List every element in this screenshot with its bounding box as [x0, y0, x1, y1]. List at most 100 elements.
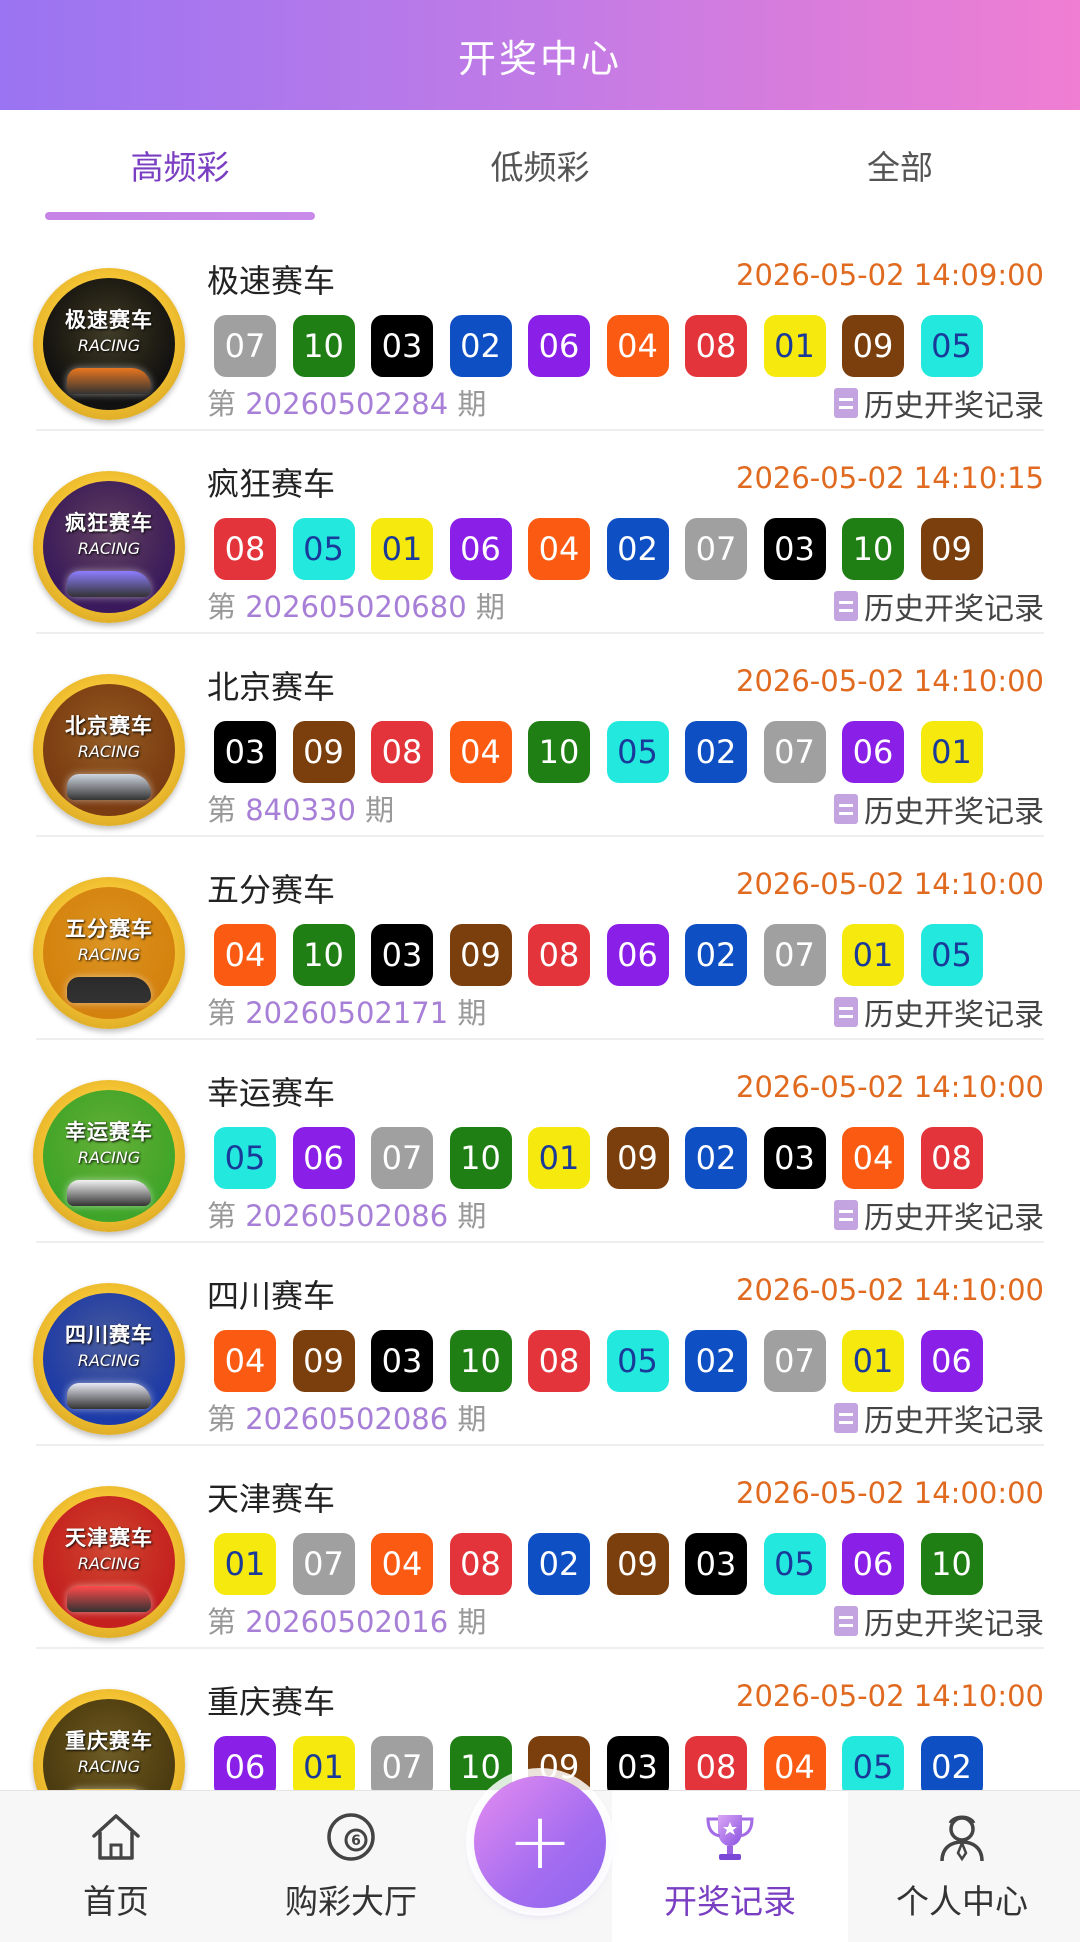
history-link[interactable]: 历史开奖记录 [834, 787, 1044, 831]
tabbar-item-draw-records[interactable]: 开奖记录 [612, 1791, 848, 1942]
page-title: 开奖中心 [457, 36, 622, 81]
issue-prefix: 第 [207, 1402, 237, 1436]
number-ball: 03 [763, 518, 826, 580]
logo-name: 天津赛车 [65, 1526, 153, 1550]
number-ball: 06 [292, 1127, 355, 1189]
number-ball: 08 [685, 315, 747, 377]
number-ball: 09 [606, 1127, 669, 1189]
number-ball: 07 [214, 315, 276, 377]
logo-name: 四川赛车 [65, 1323, 153, 1347]
number-ball: 09 [606, 1533, 669, 1595]
lottery-row[interactable]: 幸运赛车 RACING 幸运赛车 2026-05-02 14:10:00 05 06 07 1… [0, 1040, 1080, 1243]
race-car-icon [67, 1586, 151, 1612]
number-ball: 07 [763, 721, 826, 783]
number-ball: 10 [449, 1330, 512, 1392]
lottery-name: 疯狂赛车 [207, 465, 336, 503]
number-ball: 01 [292, 1736, 355, 1798]
center-plus-button[interactable]: + [474, 1776, 606, 1908]
number-ball: 09 [920, 518, 983, 580]
tabbar-item-lottery-hall[interactable]: 6 购彩大厅 [251, 1791, 451, 1942]
issue-suffix: 期 [365, 793, 395, 827]
logo-racing-text: RACING [77, 1351, 141, 1370]
plus-icon: + [507, 1797, 573, 1887]
number-ball: 02 [920, 1736, 983, 1798]
number-ball: 02 [449, 315, 512, 377]
number-ball: 09 [292, 721, 355, 783]
number-ball: 07 [371, 1736, 433, 1798]
tab-high-frequency[interactable]: 高频彩 [0, 110, 360, 220]
lottery-logo: 北京赛车 RACING [33, 674, 185, 826]
number-ball: 04 [528, 518, 590, 580]
number-ball: 08 [685, 1736, 747, 1798]
history-link[interactable]: 历史开奖记录 [834, 1193, 1044, 1237]
race-car-icon [67, 977, 151, 1003]
logo-name: 重庆赛车 [65, 1729, 153, 1753]
number-ball: 04 [842, 1127, 904, 1189]
number-ball: 07 [371, 1127, 433, 1189]
lottery-logo: 四川赛车 RACING [33, 1283, 185, 1435]
number-ball: 10 [528, 721, 590, 783]
history-link[interactable]: 历史开奖记录 [834, 1396, 1044, 1440]
tab-low-frequency[interactable]: 低频彩 [360, 110, 720, 220]
history-label: 历史开奖记录 [864, 389, 1044, 424]
number-ball: 05 [763, 1533, 826, 1595]
lottery-row[interactable]: 五分赛车 RACING 五分赛车 2026-05-02 14:10:00 04 10 03 0… [0, 837, 1080, 1040]
number-ball: 04 [606, 315, 669, 377]
number-ball: 02 [685, 1127, 747, 1189]
number-ball: 03 [606, 1736, 669, 1798]
issue-suffix: 期 [457, 387, 487, 421]
number-ball: 05 [292, 518, 355, 580]
tabbar-item-profile[interactable]: 个人中心 [862, 1791, 1062, 1942]
history-link[interactable]: 历史开奖记录 [834, 381, 1044, 425]
lottery-name: 四川赛车 [207, 1277, 336, 1315]
issue-value: 20260502284 [245, 387, 449, 421]
number-ball: 01 [763, 315, 826, 377]
number-ball: 10 [842, 518, 904, 580]
tabbar-item-home[interactable]: 首页 [16, 1791, 216, 1942]
number-ball: 06 [606, 924, 669, 986]
lottery-logo: 极速赛车 RACING [33, 268, 185, 420]
number-ball: 02 [685, 721, 747, 783]
issue-number: 第 20260502284 期 [207, 381, 486, 423]
lottery-name: 幸运赛车 [207, 1074, 336, 1112]
lottery-row[interactable]: 天津赛车 RACING 天津赛车 2026-05-02 14:00:00 01 07 04 0… [0, 1446, 1080, 1649]
draw-time: 2026-05-02 14:10:15 [736, 461, 1044, 495]
history-label: 历史开奖记录 [864, 1607, 1044, 1642]
number-ball: 04 [763, 1736, 826, 1798]
lottery-row[interactable]: 极速赛车 RACING 极速赛车 2026-05-02 14:09:00 07 10 03 0… [0, 228, 1080, 431]
number-ball: 01 [214, 1533, 276, 1595]
number-ball: 09 [449, 924, 512, 986]
tab-all[interactable]: 全部 [720, 110, 1080, 220]
lottery-row[interactable]: 北京赛车 RACING 北京赛车 2026-05-02 14:10:00 03 09 08 0… [0, 634, 1080, 837]
number-ball: 05 [920, 924, 983, 986]
lottery-logo: 五分赛车 RACING [33, 877, 185, 1029]
number-ball: 06 [842, 1533, 904, 1595]
number-ball: 03 [371, 315, 433, 377]
history-link[interactable]: 历史开奖记录 [834, 584, 1044, 628]
number-ball: 10 [920, 1533, 983, 1595]
lottery-row[interactable]: 四川赛车 RACING 四川赛车 2026-05-02 14:10:00 04 09 03 1… [0, 1243, 1080, 1446]
category-tabs: 高频彩 低频彩 全部 [0, 110, 1080, 228]
tabbar-label: 开奖记录 [664, 1882, 796, 1921]
number-ball: 06 [449, 518, 512, 580]
number-ball: 03 [763, 1127, 826, 1189]
number-ball: 05 [842, 1736, 904, 1798]
number-ball: 08 [371, 721, 433, 783]
history-link[interactable]: 历史开奖记录 [834, 990, 1044, 1034]
history-label: 历史开奖记录 [864, 998, 1044, 1033]
draw-time: 2026-05-02 14:10:00 [736, 867, 1044, 901]
race-car-icon [67, 571, 151, 597]
draw-time: 2026-05-02 14:10:00 [736, 1273, 1044, 1307]
history-link[interactable]: 历史开奖记录 [834, 1599, 1044, 1643]
number-ball: 01 [842, 924, 904, 986]
logo-racing-text: RACING [77, 336, 141, 355]
draw-time: 2026-05-02 14:00:00 [736, 1476, 1044, 1510]
number-ball: 08 [528, 1330, 590, 1392]
issue-number: 第 20260502086 期 [207, 1396, 486, 1438]
lottery-row[interactable]: 疯狂赛车 RACING 疯狂赛车 2026-05-02 14:10:15 08 05 01 0… [0, 431, 1080, 634]
tabbar-label: 首页 [83, 1882, 149, 1921]
number-ball: 01 [371, 518, 433, 580]
draw-time: 2026-05-02 14:10:00 [736, 1070, 1044, 1104]
history-label: 历史开奖记录 [864, 1404, 1044, 1439]
app-header: 开奖中心 [0, 0, 1080, 110]
